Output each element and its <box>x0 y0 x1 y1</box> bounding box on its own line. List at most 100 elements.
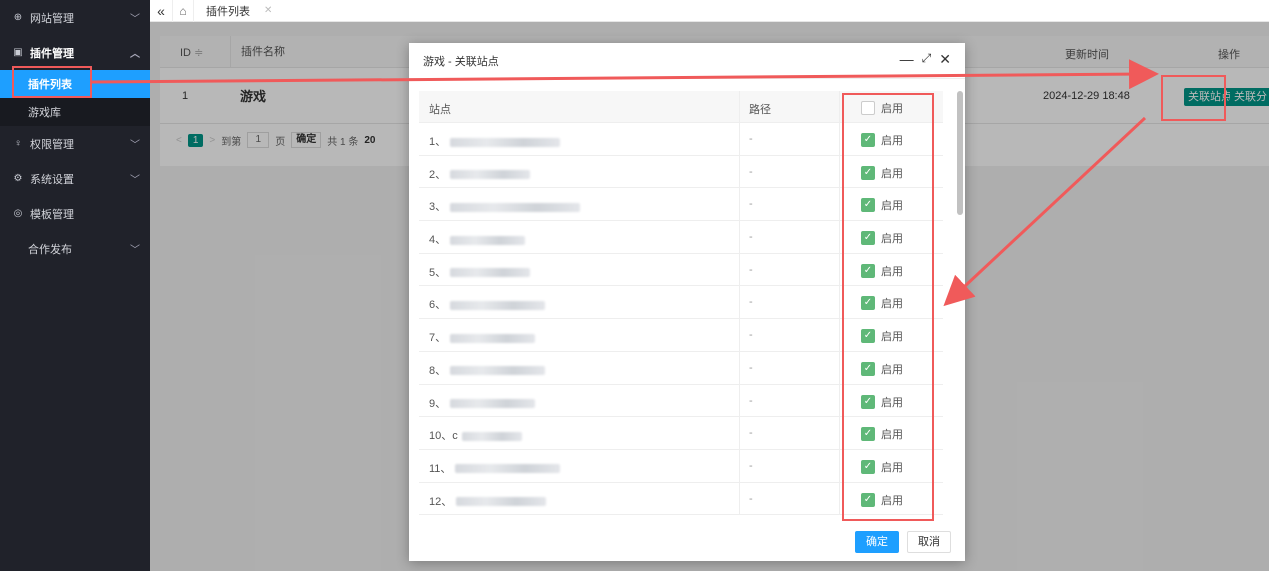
column-divider <box>839 155 840 188</box>
site-path: - <box>749 133 753 145</box>
site-name: 1、 <box>429 133 561 149</box>
redacted-site-name <box>455 464 561 474</box>
sidebar-item-permissions[interactable]: ♀ 权限管理 ﹀ <box>0 126 150 161</box>
site-name: 3、 <box>429 198 581 214</box>
modal-footer: 确定 取消 <box>855 531 951 553</box>
modal-scrollbar[interactable] <box>957 91 963 521</box>
redacted-site-name <box>450 333 536 343</box>
close-icon[interactable]: ✕ <box>264 5 272 16</box>
site-name: 2、 <box>429 166 531 182</box>
tab-label: 插件列表 <box>206 5 250 18</box>
site-path: - <box>749 165 753 178</box>
redacted-site-name <box>461 431 522 441</box>
column-header-site: 站点 <box>429 104 451 116</box>
column-divider <box>739 351 740 384</box>
column-divider <box>739 449 740 482</box>
redacted-site-name <box>450 235 526 245</box>
site-name: 7、 <box>429 329 536 345</box>
cancel-button[interactable]: 取消 <box>907 531 951 553</box>
site-name: 12、 <box>429 493 547 509</box>
column-divider <box>739 188 740 221</box>
site-name: 6、 <box>429 296 546 312</box>
key-icon: ♀ <box>14 138 22 149</box>
site-name: 8、 <box>429 362 546 378</box>
column-divider <box>839 384 840 417</box>
sidebar-item-label: 系统设置 <box>30 173 74 186</box>
modal-header: 游戏 - 关联站点 — ⤢ ✕ <box>409 43 965 79</box>
column-divider <box>839 253 840 286</box>
sidebar-item-label: 合作发布 <box>28 243 72 256</box>
column-divider <box>739 253 740 286</box>
home-icon[interactable]: ⌂ <box>172 0 194 22</box>
annotation-box-menu <box>12 66 92 98</box>
globe-icon: ⊕ <box>13 12 23 23</box>
column-divider <box>839 351 840 384</box>
column-divider <box>739 319 740 351</box>
redacted-site-name <box>450 301 546 311</box>
plugin-icon: ▣ <box>13 47 23 58</box>
column-divider <box>739 91 740 122</box>
sidebar-item-templates[interactable]: ◎ 模板管理 <box>0 196 150 231</box>
site-path: - <box>749 329 753 342</box>
gear-icon: ⚙ <box>13 173 23 184</box>
redacted-site-name <box>450 202 581 212</box>
column-divider <box>839 188 840 221</box>
scrollbar-thumb[interactable] <box>957 91 963 215</box>
chevron-down-icon: ﹀ <box>130 175 140 186</box>
site-name: 10、c <box>429 427 522 443</box>
sidebar-item-label: 模板管理 <box>30 208 74 221</box>
column-divider <box>739 417 740 449</box>
redacted-site-name <box>450 170 531 180</box>
sidebar-item-label: 权限管理 <box>30 138 74 151</box>
modal-title: 游戏 - 关联站点 <box>423 55 499 68</box>
annotation-box-enable-column <box>842 93 934 521</box>
redacted-site-name <box>450 366 546 376</box>
redacted-site-name <box>456 497 547 507</box>
column-divider <box>839 91 840 122</box>
site-path: - <box>749 427 753 440</box>
site-path: - <box>749 361 753 374</box>
site-name: 11、 <box>429 460 561 476</box>
site-path: - <box>749 492 753 505</box>
column-divider <box>739 286 740 319</box>
redacted-site-name <box>450 137 561 147</box>
sidebar-item-label: 插件管理 <box>30 47 74 60</box>
sidebar-subitem-game-library[interactable]: 游戏库 <box>0 98 150 126</box>
site-path: - <box>749 394 753 407</box>
site-path: - <box>749 296 753 309</box>
chevron-up-icon: ︿ <box>130 49 140 60</box>
column-divider <box>739 123 740 155</box>
sidebar-item-settings[interactable]: ⚙ 系统设置 ﹀ <box>0 161 150 196</box>
chevron-down-icon: ﹀ <box>130 14 140 25</box>
column-divider <box>839 417 840 449</box>
column-header-path: 路径 <box>749 104 771 116</box>
site-name: 9、 <box>429 395 536 411</box>
annotation-box-button <box>1161 75 1226 121</box>
site-path: - <box>749 231 753 244</box>
site-path: - <box>749 198 753 211</box>
column-divider <box>839 286 840 319</box>
site-path: - <box>749 263 753 276</box>
sidebar-item-website[interactable]: ⊕ 网站管理 ﹀ <box>0 0 150 35</box>
sidebar-item-label: 网站管理 <box>30 12 74 25</box>
minimize-icon[interactable]: — <box>900 51 914 68</box>
column-divider <box>839 123 840 155</box>
column-divider <box>739 221 740 253</box>
collapse-sidebar-icon[interactable]: « <box>150 3 172 19</box>
column-divider <box>839 221 840 253</box>
maximize-icon[interactable]: ⤢ <box>922 51 932 68</box>
confirm-button[interactable]: 确定 <box>855 531 899 553</box>
tab-bar: « ⌂ 插件列表 ✕ <box>150 0 1269 22</box>
column-divider <box>839 482 840 515</box>
chevron-down-icon: ﹀ <box>130 245 140 256</box>
column-divider <box>739 482 740 515</box>
column-divider <box>739 384 740 417</box>
chevron-down-icon: ﹀ <box>130 140 140 151</box>
sidebar-item-plugins[interactable]: ▣ 插件管理 ︿ <box>0 35 150 70</box>
sidebar-item-coop[interactable]: 合作发布 ﹀ <box>0 231 150 266</box>
redacted-site-name <box>450 268 531 278</box>
close-icon[interactable]: ✕ <box>939 51 951 68</box>
column-divider <box>739 155 740 188</box>
column-divider <box>839 319 840 351</box>
tab-plugin-list[interactable]: 插件列表 ✕ <box>194 0 282 22</box>
